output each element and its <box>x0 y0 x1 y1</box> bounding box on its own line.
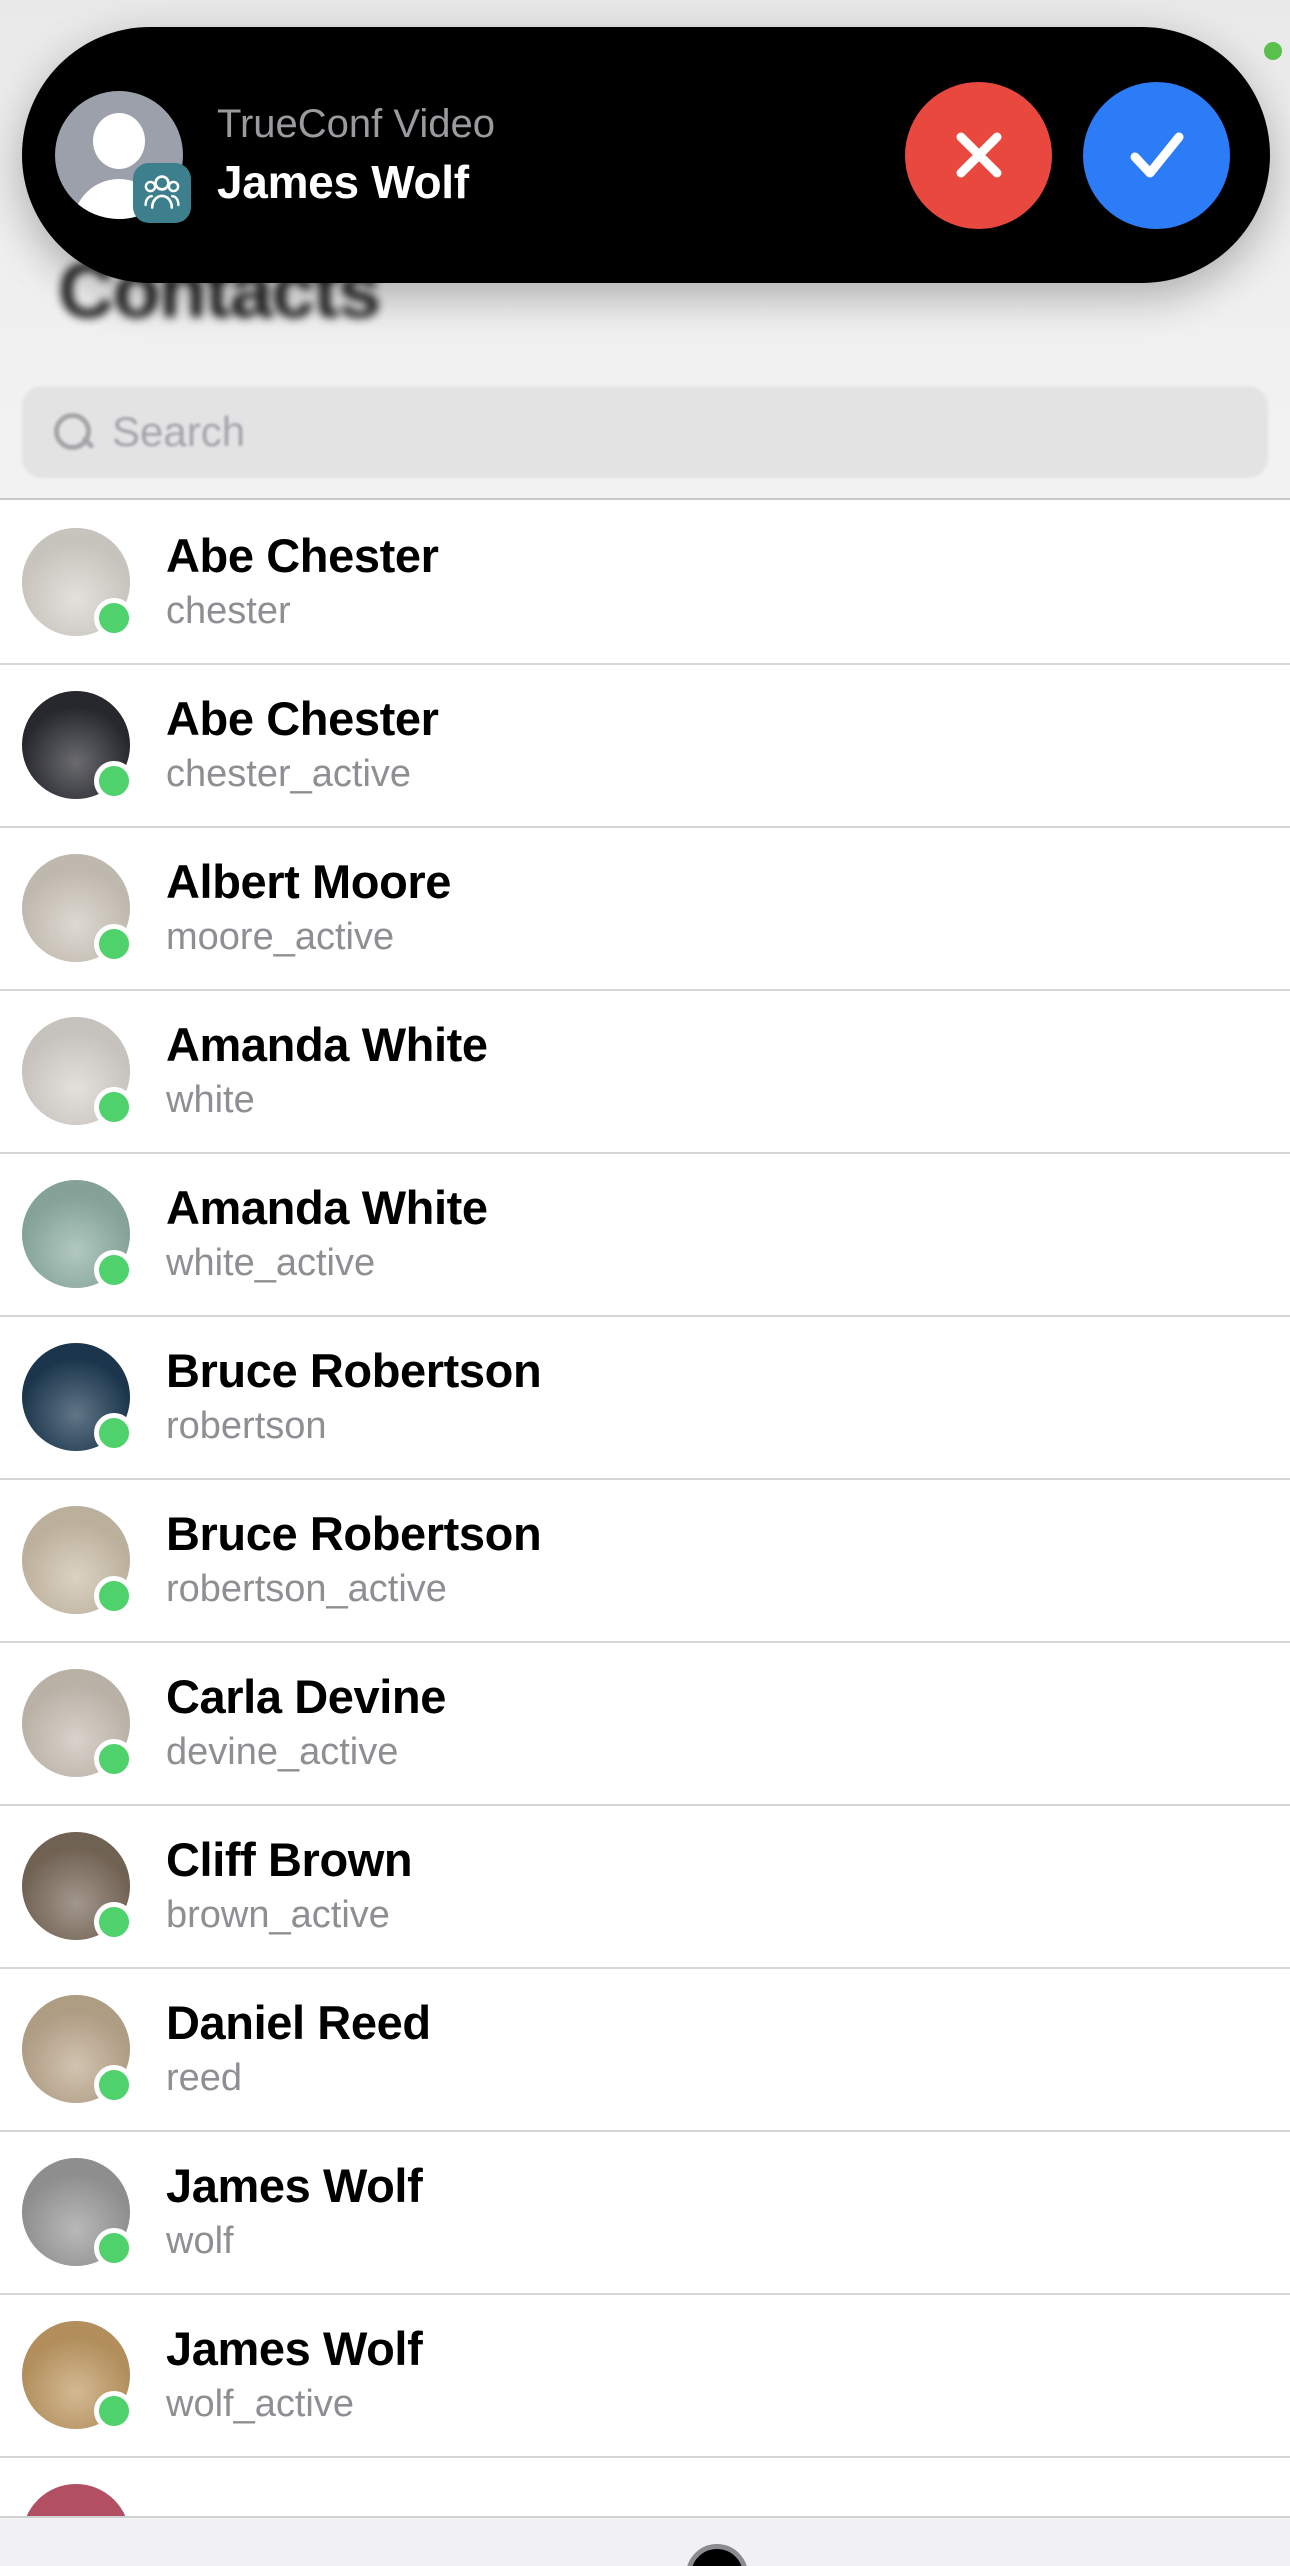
contact-text: Carla Devine devine_active <box>166 1669 446 1774</box>
contact-name: Carla Devine <box>166 1669 446 1723</box>
contact-list[interactable]: Abe Chester chester Abe Chester chester_act… <box>0 500 1290 2566</box>
avatar <box>22 1994 134 2105</box>
search-icon <box>52 411 94 453</box>
avatar <box>22 853 134 964</box>
accept-call-button[interactable] <box>1083 81 1230 229</box>
presence-indicator-online <box>94 1738 134 1779</box>
contact-text: Cliff Brown brown_active <box>166 1832 413 1937</box>
presence-indicator-online <box>94 1575 134 1616</box>
bottom-tab-bar[interactable] <box>0 2516 1290 2566</box>
caller-avatar <box>55 91 191 223</box>
contact-name: James Wolf <box>166 2321 423 2375</box>
group-people-icon <box>133 163 191 223</box>
contact-name: Cliff Brown <box>166 1832 413 1886</box>
contact-name: Abe Chester <box>166 691 439 745</box>
contact-login: devine_active <box>166 1731 399 1774</box>
contact-text: Amanda White white <box>166 1017 488 1122</box>
presence-indicator-online <box>94 1086 134 1127</box>
contact-row[interactable]: Amanda White white <box>0 989 1290 1152</box>
avatar <box>22 1505 134 1616</box>
contact-name: Bruce Robertson <box>166 1343 542 1397</box>
person-head-shape <box>93 113 145 169</box>
contact-text: Bruce Robertson robertson_active <box>166 1506 542 1611</box>
presence-indicator-online <box>94 1412 134 1453</box>
contact-text: James Wolf wolf_active <box>166 2321 423 2426</box>
avatar <box>22 2157 134 2268</box>
contact-login: brown_active <box>166 1894 390 1937</box>
contact-row[interactable]: Abe Chester chester <box>0 500 1290 663</box>
notification-caller-name: James Wolf <box>217 156 469 209</box>
check-icon <box>1119 117 1195 193</box>
contact-login: robertson <box>166 1405 327 1448</box>
avatar <box>22 1668 134 1779</box>
contact-name: Amanda White <box>166 1017 488 1071</box>
contact-name: Bruce Robertson <box>166 1506 542 1560</box>
contact-row[interactable]: Amanda White white_active <box>0 1152 1290 1315</box>
call-action-buttons <box>905 81 1230 229</box>
contact-login: wolf <box>166 2220 234 2263</box>
contact-row[interactable]: Daniel Reed reed <box>0 1967 1290 2130</box>
contact-row[interactable]: Cliff Brown brown_active <box>0 1804 1290 1967</box>
incoming-call-banner[interactable]: TrueConf Video James Wolf <box>22 27 1270 283</box>
presence-indicator-online <box>94 597 134 638</box>
contact-name: Abe Chester <box>166 528 439 582</box>
contact-text: Daniel Reed reed <box>166 1995 431 2100</box>
contact-login: wolf_active <box>166 2383 354 2426</box>
presence-indicator-online <box>94 2390 134 2431</box>
contact-row[interactable]: Bruce Robertson robertson_active <box>0 1478 1290 1641</box>
app-screen: Contacts Search Abe Chester chester Abe Ch… <box>0 0 1290 2566</box>
contact-login: reed <box>166 2057 243 2100</box>
contact-login: chester_active <box>166 753 412 796</box>
contact-login: white_active <box>166 1242 376 1285</box>
decline-call-button[interactable] <box>905 81 1052 229</box>
avatar <box>22 1342 134 1453</box>
presence-indicator-online <box>94 2064 134 2105</box>
contact-row[interactable]: Carla Devine devine_active <box>0 1641 1290 1804</box>
contact-name: Amanda White <box>166 1180 488 1234</box>
notification-app-name: TrueConf Video <box>217 102 495 147</box>
caller-info: TrueConf Video James Wolf <box>217 101 905 209</box>
contact-login: white <box>166 1079 255 1122</box>
presence-indicator-online <box>94 1249 134 1290</box>
contact-name: Albert Moore <box>166 854 452 908</box>
search-input[interactable]: Search <box>22 386 1268 478</box>
avatar <box>22 1831 134 1942</box>
contact-text: Abe Chester chester <box>166 528 439 633</box>
contact-name: Daniel Reed <box>166 1995 431 2049</box>
avatar <box>22 2320 134 2431</box>
contact-text: Abe Chester chester_active <box>166 691 439 796</box>
contact-login: moore_active <box>166 916 395 959</box>
contact-text: Amanda White white_active <box>166 1180 488 1285</box>
contact-login: chester <box>166 590 291 633</box>
contact-row[interactable]: Albert Moore moore_active <box>0 826 1290 989</box>
contact-row[interactable]: Abe Chester chester_active <box>0 663 1290 826</box>
avatar <box>22 1179 134 1290</box>
contact-text: James Wolf wolf <box>166 2158 423 2263</box>
privacy-indicator-dot <box>1264 42 1282 60</box>
contact-row[interactable]: James Wolf wolf_active <box>0 2293 1290 2456</box>
contact-row[interactable]: Bruce Robertson robertson <box>0 1315 1290 1478</box>
avatar <box>22 527 134 638</box>
avatar <box>22 1016 134 1127</box>
presence-indicator-online <box>94 2227 134 2268</box>
close-x-icon <box>943 119 1015 191</box>
presence-indicator-online <box>94 923 134 964</box>
avatar <box>22 690 134 801</box>
tab-icon-partial[interactable] <box>686 2544 748 2566</box>
presence-indicator-online <box>94 760 134 801</box>
presence-indicator-online <box>94 1901 134 1942</box>
contact-text: Bruce Robertson robertson <box>166 1343 542 1448</box>
contact-name: James Wolf <box>166 2158 423 2212</box>
search-placeholder: Search <box>112 408 246 455</box>
contact-row[interactable]: James Wolf wolf <box>0 2130 1290 2293</box>
contact-text: Albert Moore moore_active <box>166 854 452 959</box>
contact-login: robertson_active <box>166 1568 447 1611</box>
